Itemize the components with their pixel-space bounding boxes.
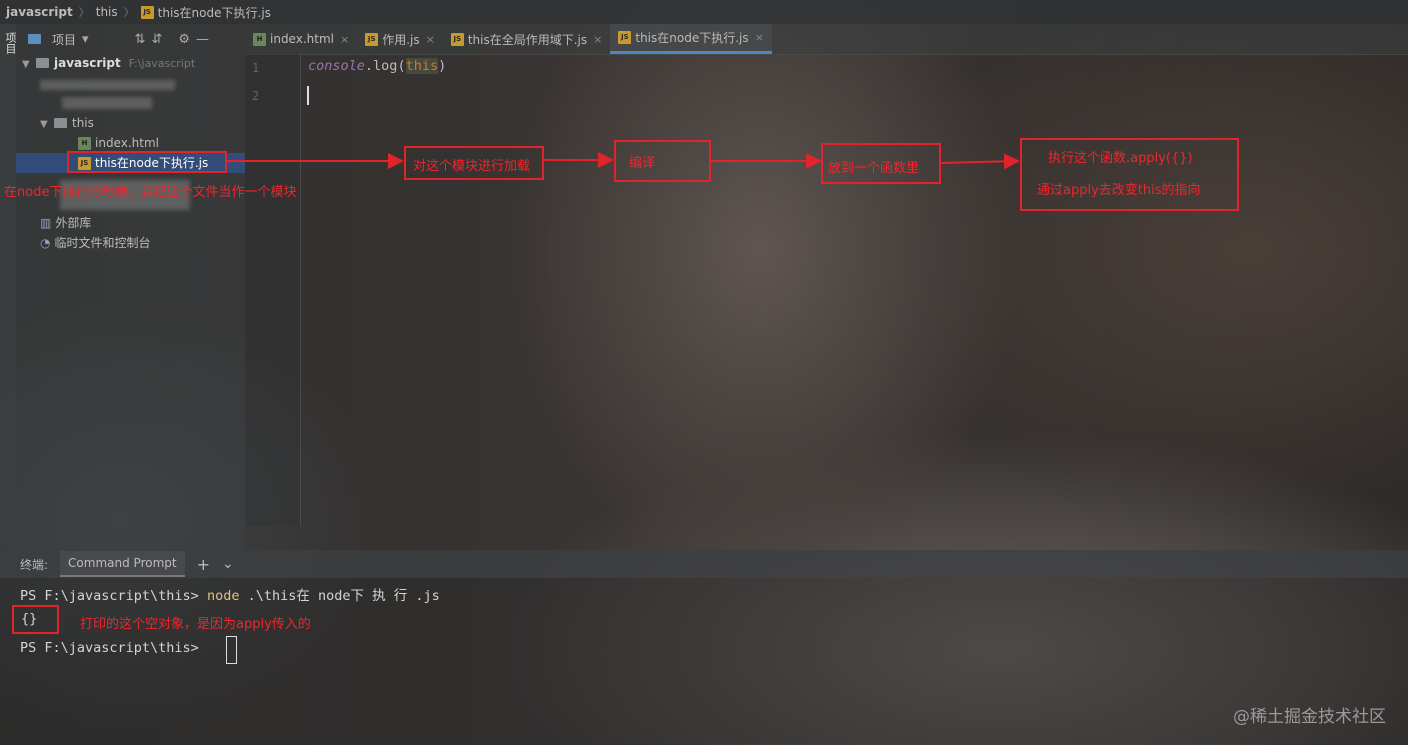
annotation-function: 放到一个函数里 — [828, 161, 920, 176]
annotation-apply-2: 通过apply去改变this的指向 — [1037, 183, 1201, 198]
annotation-apply-1: 执行这个函数.apply({}) — [1048, 151, 1193, 166]
arrow-to-apply — [940, 153, 1020, 170]
annotation-box-file — [67, 151, 227, 173]
annotation-node-module: 在node下执行的时候，会把这个文件当作一个模块 — [4, 185, 297, 200]
annotation-arrows — [227, 152, 1020, 170]
annotation-compile: 编译 — [629, 156, 656, 171]
watermark: @稀土掘金技术社区 — [1233, 707, 1386, 727]
annotation-box-output — [12, 605, 59, 634]
annotation-empty-object: 打印的这个空对象，是因为apply传入的 — [80, 617, 311, 632]
annotation-load: 对这个模块进行加载 — [413, 159, 531, 174]
